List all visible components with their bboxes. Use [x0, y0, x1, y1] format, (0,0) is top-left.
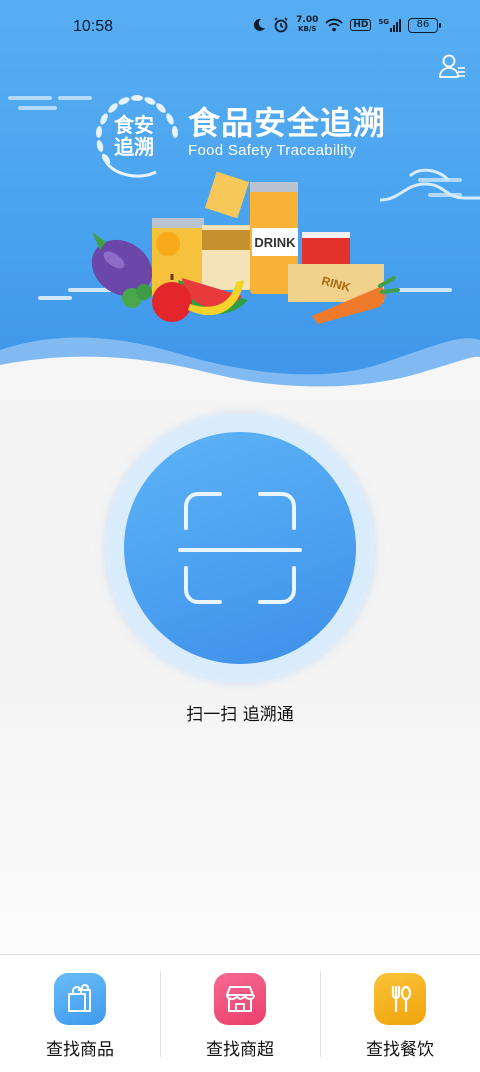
scan-frame-icon [178, 492, 302, 604]
nav-find-supermarkets[interactable]: 查找商超 [160, 955, 320, 1072]
signal-icon: 5G [378, 18, 401, 32]
food-illustration: DRINK RINK [0, 171, 480, 400]
moon-icon [254, 18, 266, 31]
nav-label: 查找商品 [46, 1040, 114, 1060]
nav-label: 查找餐饮 [366, 1040, 434, 1060]
scan-button[interactable] [124, 432, 356, 664]
hd-badge: HD [350, 19, 372, 31]
can-label: DRINK [254, 235, 296, 250]
nav-find-products[interactable]: 查找商品 [0, 955, 160, 1072]
nav-icon-bg [214, 973, 266, 1025]
nav-icon-bg [54, 973, 106, 1025]
status-time: 10:58 [73, 18, 114, 35]
nav-find-restaurants[interactable]: 查找餐饮 [320, 955, 480, 1072]
banner-title: 食品安全追溯 [188, 104, 387, 142]
alarm-icon [274, 17, 288, 33]
user-profile-icon[interactable] [438, 52, 466, 80]
header-banner: 10:58 7.00 KB/S HD 5G 86 食安 追溯 食品安全追溯 Fo… [0, 0, 480, 400]
network-speed: 7.00 KB/S [296, 15, 319, 34]
nav-label: 查找商超 [206, 1040, 274, 1060]
status-bar: 10:58 7.00 KB/S HD 5G 86 [0, 0, 480, 56]
nav-icon-bg [374, 973, 426, 1025]
bottom-nav: 查找商品 查找商超 查找餐饮 [0, 954, 480, 1072]
fork-spoon-icon [391, 985, 412, 1013]
shopping-bag-icon [68, 984, 91, 1012]
battery-icon: 86 [408, 17, 441, 33]
storefront-icon [226, 986, 255, 1012]
wifi-icon [325, 18, 344, 32]
scan-caption: 扫一扫 追溯通 [186, 705, 294, 725]
